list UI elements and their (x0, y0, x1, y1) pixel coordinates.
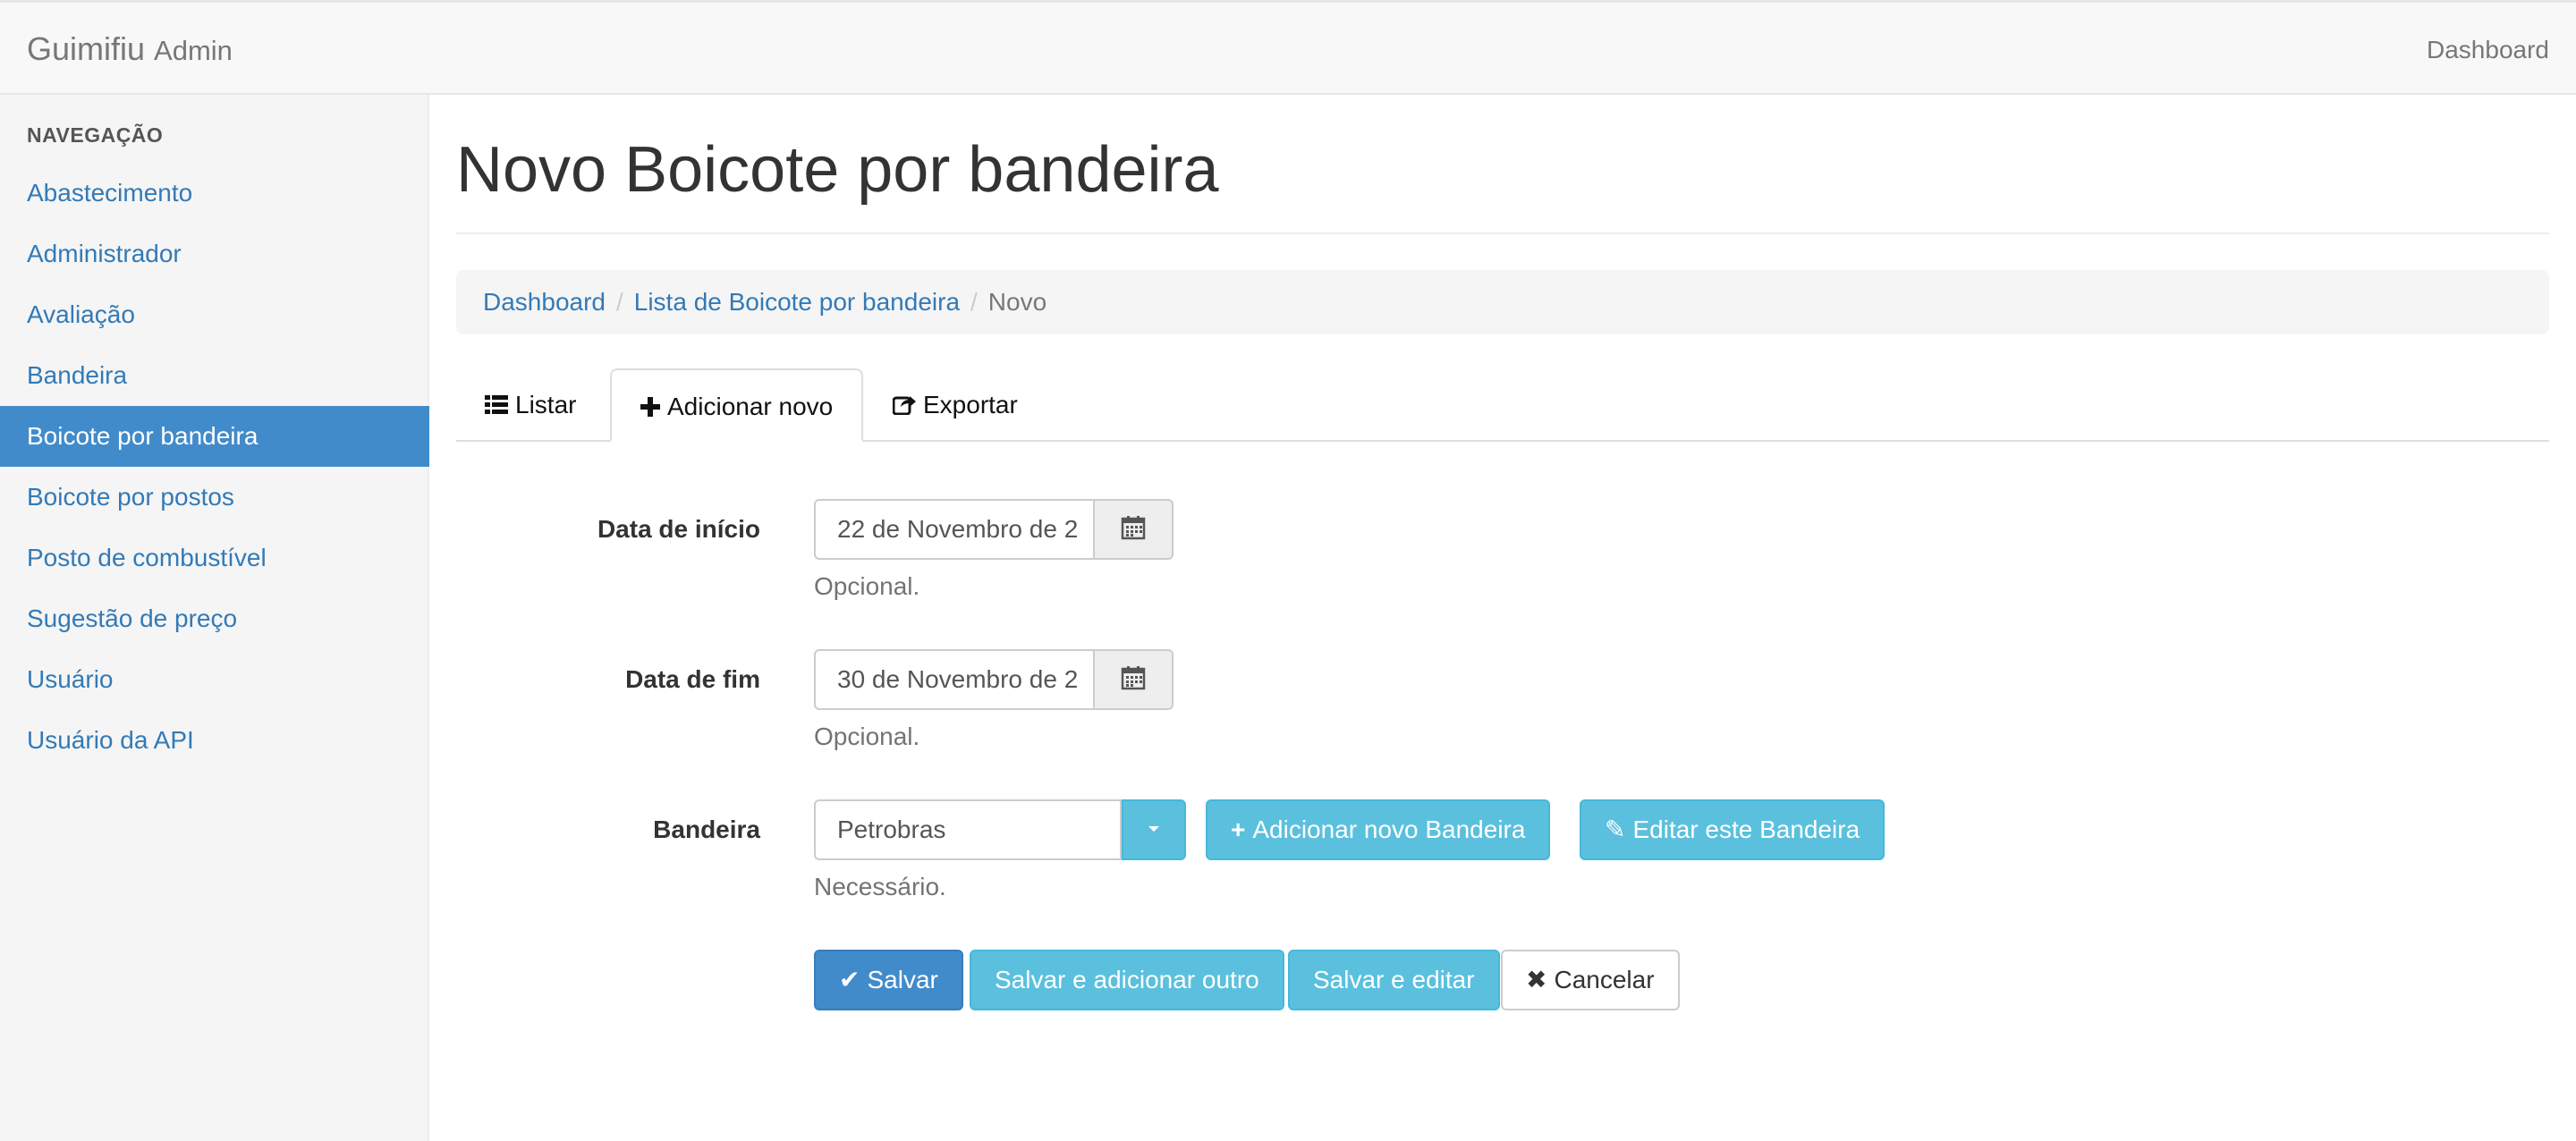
cancel-label: Cancelar (1554, 966, 1655, 993)
calendar-icon (1121, 665, 1146, 695)
start-date-help: Opcional. (814, 572, 920, 600)
sidebar: NAVEGAÇÃO Abastecimento Administrador Av… (0, 95, 429, 1141)
check-icon: ✔ (839, 966, 860, 993)
pencil-icon: ✎ (1605, 816, 1626, 843)
tab-add-new[interactable]: Adicionar novo (610, 368, 864, 445)
cancel-button[interactable]: ✖ Cancelar (1501, 950, 1680, 1010)
save-and-add-button[interactable]: Salvar e adicionar outro (970, 950, 1284, 1010)
brand-name: Guimifiu (27, 30, 146, 67)
breadcrumb-dashboard[interactable]: Dashboard (483, 288, 606, 317)
sidebar-item-posto-de-combustivel[interactable]: Posto de combustível (0, 528, 429, 588)
dashboard-nav-link[interactable]: Dashboard (2427, 34, 2549, 66)
share-icon (892, 370, 916, 444)
end-date-label: Data de fim (625, 665, 760, 693)
bandeira-dropdown-toggle[interactable] (1122, 799, 1186, 860)
top-navbar: Guimifiu Admin Dashboard (0, 0, 2576, 95)
sidebar-list: Abastecimento Administrador Avaliação Ba… (0, 163, 429, 771)
edit-bandeira-label: Editar este Bandeira (1632, 816, 1860, 843)
start-date-input[interactable]: 22 de Novembro de 2 (814, 499, 1095, 560)
close-icon: ✖ (1526, 966, 1547, 993)
brand-sub: Admin (154, 35, 233, 66)
calendar-icon (1121, 515, 1146, 545)
end-date-help: Opcional. (814, 723, 920, 750)
end-date-input[interactable]: 30 de Novembro de 2 (814, 649, 1095, 710)
breadcrumb-separator: / (615, 288, 623, 316)
end-date-group: 30 de Novembro de 2 (814, 649, 1174, 710)
sidebar-item-usuario[interactable]: Usuário (0, 649, 429, 710)
bandeira-help: Necessário. (814, 873, 946, 900)
title-divider (456, 232, 2549, 234)
breadcrumb-separator: / (970, 288, 978, 316)
sidebar-item-sugestao-de-preco[interactable]: Sugestão de preço (0, 588, 429, 649)
bandeira-select[interactable]: Petrobras (814, 799, 1122, 860)
save-button[interactable]: ✔ Salvar (814, 950, 963, 1010)
bandeira-label: Bandeira (653, 816, 760, 843)
save-and-edit-button[interactable]: Salvar e editar (1288, 950, 1500, 1010)
sidebar-item-abastecimento[interactable]: Abastecimento (0, 163, 429, 224)
tab-bar: Listar Adicionar novo Exportar (456, 368, 2549, 442)
add-bandeira-button[interactable]: + Adicionar novo Bandeira (1206, 799, 1551, 860)
plus-icon: + (1231, 816, 1246, 843)
brand-logo[interactable]: Guimifiu Admin (27, 31, 233, 69)
tab-list[interactable]: Listar (456, 368, 605, 442)
breadcrumb-list[interactable]: Lista de Boicote por bandeira (634, 288, 960, 317)
sidebar-item-bandeira[interactable]: Bandeira (0, 345, 429, 406)
breadcrumb-current: Novo (987, 288, 1047, 316)
sidebar-item-administrador[interactable]: Administrador (0, 224, 429, 284)
tab-list-label: Listar (515, 391, 577, 418)
breadcrumb: Dashboard / Lista de Boicote por bandeir… (456, 270, 2549, 334)
start-date-calendar-button[interactable] (1095, 499, 1174, 560)
edit-bandeira-button[interactable]: ✎ Editar este Bandeira (1580, 799, 1885, 860)
page-title: Novo Boicote por bandeira (456, 134, 1219, 206)
bandeira-select-group: Petrobras (814, 799, 1186, 860)
sidebar-item-usuario-da-api[interactable]: Usuário da API (0, 710, 429, 771)
save-label: Salvar (867, 966, 938, 993)
sidebar-item-avaliacao[interactable]: Avaliação (0, 284, 429, 345)
add-bandeira-label: Adicionar novo Bandeira (1252, 816, 1526, 843)
tab-export[interactable]: Exportar (864, 368, 1046, 442)
sidebar-item-boicote-por-bandeira[interactable]: Boicote por bandeira (0, 406, 429, 467)
start-date-group: 22 de Novembro de 2 (814, 499, 1174, 560)
sidebar-item-boicote-por-postos[interactable]: Boicote por postos (0, 467, 429, 528)
plus-icon (640, 372, 660, 445)
caret-down-icon (1147, 822, 1161, 838)
list-icon (485, 370, 508, 444)
end-date-calendar-button[interactable] (1095, 649, 1174, 710)
tab-export-label: Exportar (923, 391, 1018, 418)
tab-add-new-label: Adicionar novo (667, 393, 834, 420)
sidebar-header: NAVEGAÇÃO (27, 123, 164, 147)
start-date-label: Data de início (597, 515, 760, 543)
